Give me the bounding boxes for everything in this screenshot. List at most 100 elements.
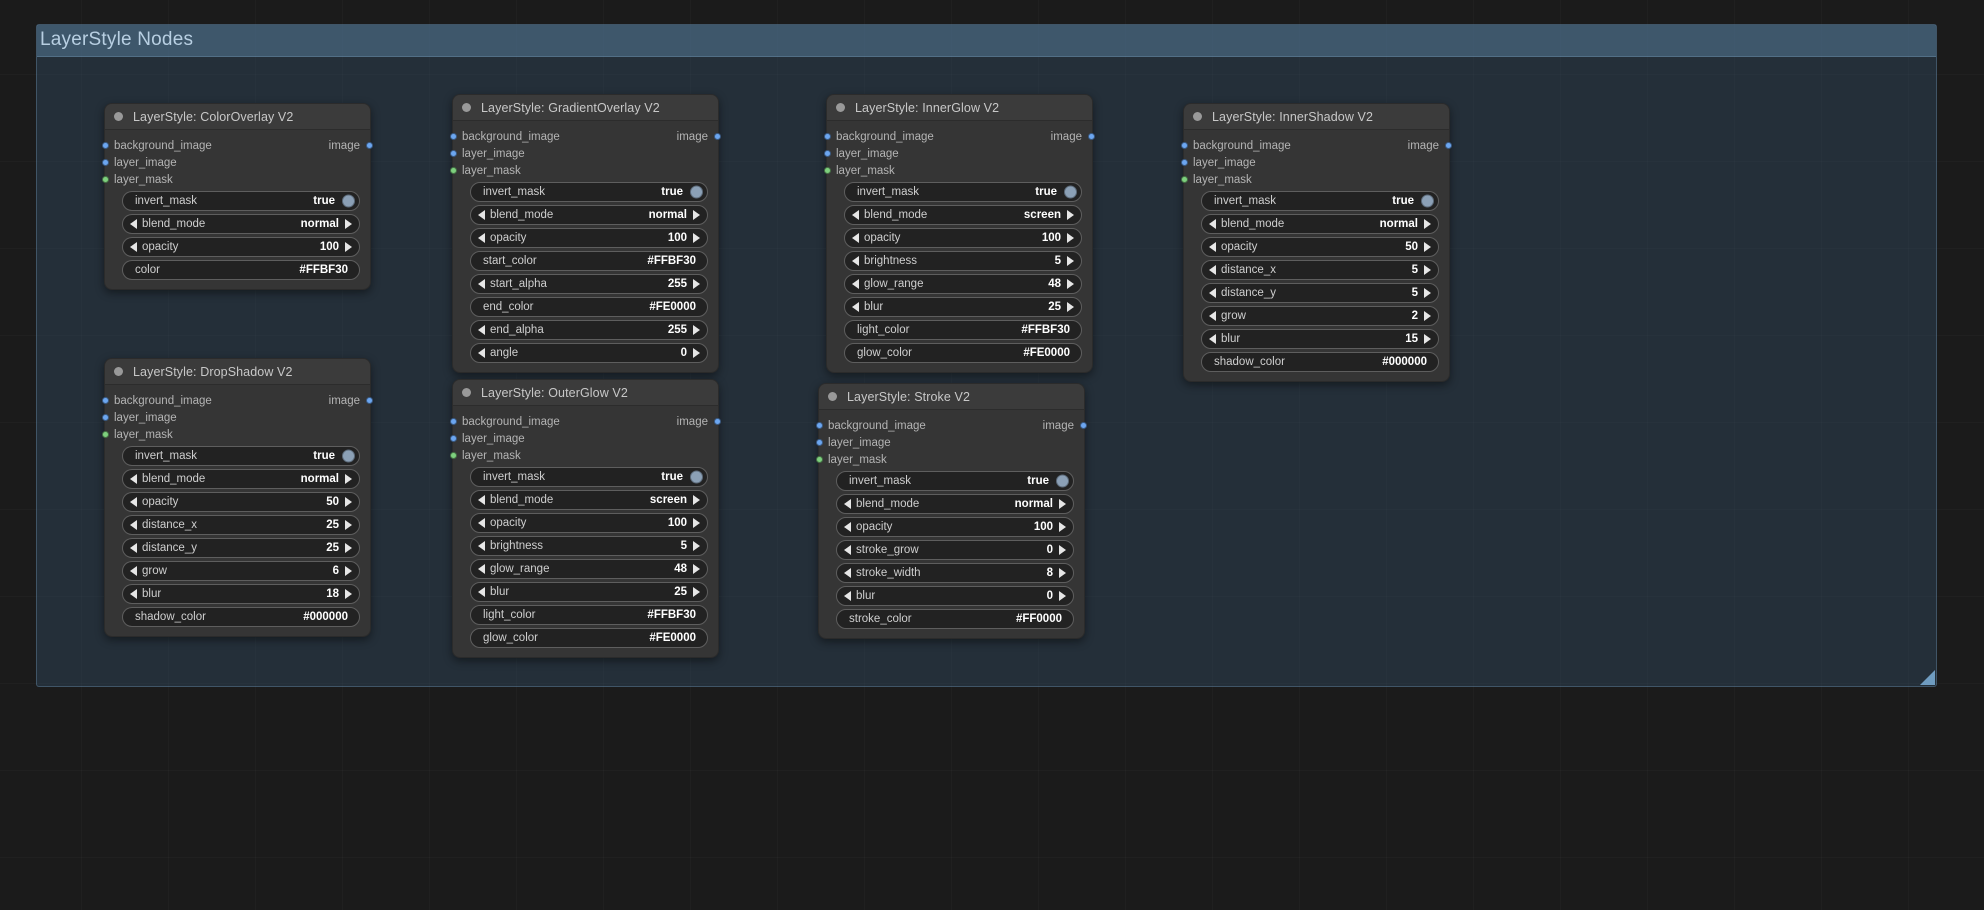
widget-value[interactable]: normal	[649, 209, 687, 221]
widget-light_color[interactable]: light_color #FFBF30	[470, 605, 708, 625]
chevron-left-icon[interactable]	[852, 302, 859, 312]
widget-value[interactable]: 50	[1405, 241, 1418, 253]
chevron-left-icon[interactable]	[130, 497, 137, 507]
chevron-right-icon[interactable]	[345, 589, 352, 599]
widget-value[interactable]: 5	[1055, 255, 1061, 267]
node-stroke[interactable]: LayerStyle: Stroke V2 background_image ima…	[816, 383, 1087, 639]
widget-value[interactable]: screen	[650, 494, 687, 506]
output-socket-image[interactable]	[1080, 422, 1087, 429]
chevron-right-icon[interactable]	[345, 543, 352, 553]
chevron-left-icon[interactable]	[130, 520, 137, 530]
input-socket-layer_image[interactable]	[102, 414, 109, 421]
input-socket-background_image[interactable]	[1181, 142, 1188, 149]
widget-distance_y[interactable]: distance_y 25	[122, 538, 360, 558]
widget-opacity[interactable]: opacity 100	[844, 228, 1082, 248]
chevron-left-icon[interactable]	[478, 325, 485, 335]
input-socket-layer_image[interactable]	[1181, 159, 1188, 166]
chevron-right-icon[interactable]	[1059, 591, 1066, 601]
chevron-left-icon[interactable]	[852, 210, 859, 220]
widget-value[interactable]: 0	[1047, 590, 1053, 602]
widget-value[interactable]: #000000	[303, 611, 348, 623]
input-socket-layer_image[interactable]	[450, 435, 457, 442]
node-collapse-dot-icon[interactable]	[462, 103, 471, 112]
input-socket-layer_mask[interactable]	[102, 431, 109, 438]
widget-value[interactable]: true	[1035, 186, 1057, 198]
widget-shadow_color[interactable]: shadow_color #000000	[1201, 352, 1439, 372]
widget-distance_x[interactable]: distance_x 25	[122, 515, 360, 535]
widget-value[interactable]: #FFBF30	[299, 264, 348, 276]
node-header-inner-shadow[interactable]: LayerStyle: InnerShadow V2	[1184, 104, 1449, 130]
widget-end_alpha[interactable]: end_alpha 255	[470, 320, 708, 340]
widget-value[interactable]: #FFBF30	[647, 255, 696, 267]
node-inner-shadow[interactable]: LayerStyle: InnerShadow V2 background_ima…	[1181, 103, 1452, 382]
widget-value[interactable]: true	[313, 195, 335, 207]
widget-value[interactable]: 100	[668, 232, 687, 244]
chevron-left-icon[interactable]	[852, 233, 859, 243]
widget-value[interactable]: 0	[681, 347, 687, 359]
widget-invert_mask[interactable]: invert_mask true	[1201, 191, 1439, 211]
input-socket-background_image[interactable]	[102, 397, 109, 404]
node-collapse-dot-icon[interactable]	[836, 103, 845, 112]
node-collapse-dot-icon[interactable]	[114, 367, 123, 376]
widget-blur[interactable]: blur 18	[122, 584, 360, 604]
input-socket-layer_mask[interactable]	[450, 452, 457, 459]
boolean-toggle-knob[interactable]	[342, 194, 355, 208]
node-group-title-bar[interactable]: LayerStyle Nodes	[37, 25, 1936, 57]
chevron-right-icon[interactable]	[1424, 219, 1431, 229]
chevron-right-icon[interactable]	[1067, 210, 1074, 220]
chevron-right-icon[interactable]	[693, 518, 700, 528]
chevron-left-icon[interactable]	[844, 522, 851, 532]
chevron-right-icon[interactable]	[693, 279, 700, 289]
widget-brightness[interactable]: brightness 5	[470, 536, 708, 556]
widget-value[interactable]: 8	[1047, 567, 1053, 579]
chevron-left-icon[interactable]	[852, 279, 859, 289]
output-socket-image[interactable]	[714, 418, 721, 425]
widget-color[interactable]: color #FFBF30	[122, 260, 360, 280]
chevron-left-icon[interactable]	[130, 474, 137, 484]
widget-value[interactable]: true	[1392, 195, 1414, 207]
widget-distance_x[interactable]: distance_x 5	[1201, 260, 1439, 280]
widget-stroke_grow[interactable]: stroke_grow 0	[836, 540, 1074, 560]
chevron-right-icon[interactable]	[1059, 499, 1066, 509]
widget-value[interactable]: #FE0000	[649, 632, 696, 644]
input-socket-layer_mask[interactable]	[824, 167, 831, 174]
chevron-left-icon[interactable]	[478, 518, 485, 528]
chevron-right-icon[interactable]	[1067, 279, 1074, 289]
widget-opacity[interactable]: opacity 100	[122, 237, 360, 257]
widget-light_color[interactable]: light_color #FFBF30	[844, 320, 1082, 340]
chevron-right-icon[interactable]	[1059, 568, 1066, 578]
chevron-right-icon[interactable]	[1059, 522, 1066, 532]
chevron-right-icon[interactable]	[1067, 302, 1074, 312]
boolean-toggle-knob[interactable]	[342, 449, 355, 463]
chevron-right-icon[interactable]	[1424, 311, 1431, 321]
widget-start_color[interactable]: start_color #FFBF30	[470, 251, 708, 271]
chevron-left-icon[interactable]	[1209, 242, 1216, 252]
chevron-right-icon[interactable]	[693, 587, 700, 597]
chevron-left-icon[interactable]	[1209, 219, 1216, 229]
input-socket-layer_mask[interactable]	[816, 456, 823, 463]
widget-opacity[interactable]: opacity 50	[1201, 237, 1439, 257]
input-socket-layer_mask[interactable]	[1181, 176, 1188, 183]
widget-start_alpha[interactable]: start_alpha 255	[470, 274, 708, 294]
chevron-right-icon[interactable]	[693, 325, 700, 335]
widget-stroke_color[interactable]: stroke_color #FF0000	[836, 609, 1074, 629]
widget-value[interactable]: 25	[326, 519, 339, 531]
widget-value[interactable]: normal	[1015, 498, 1053, 510]
chevron-right-icon[interactable]	[693, 233, 700, 243]
widget-glow_range[interactable]: glow_range 48	[844, 274, 1082, 294]
chevron-right-icon[interactable]	[345, 566, 352, 576]
input-socket-layer_image[interactable]	[102, 159, 109, 166]
widget-blur[interactable]: blur 25	[844, 297, 1082, 317]
widget-value[interactable]: #FFBF30	[647, 609, 696, 621]
chevron-right-icon[interactable]	[1067, 256, 1074, 266]
widget-value[interactable]: #FE0000	[649, 301, 696, 313]
boolean-toggle-knob[interactable]	[1056, 474, 1069, 488]
chevron-right-icon[interactable]	[345, 520, 352, 530]
chevron-left-icon[interactable]	[852, 256, 859, 266]
node-header-outer-glow[interactable]: LayerStyle: OuterGlow V2	[453, 380, 718, 406]
widget-value[interactable]: true	[661, 471, 683, 483]
widget-blend_mode[interactable]: blend_mode normal	[122, 214, 360, 234]
widget-value[interactable]: true	[313, 450, 335, 462]
node-gradient-overlay[interactable]: LayerStyle: GradientOverlay V2 background…	[450, 94, 721, 373]
chevron-left-icon[interactable]	[1209, 265, 1216, 275]
